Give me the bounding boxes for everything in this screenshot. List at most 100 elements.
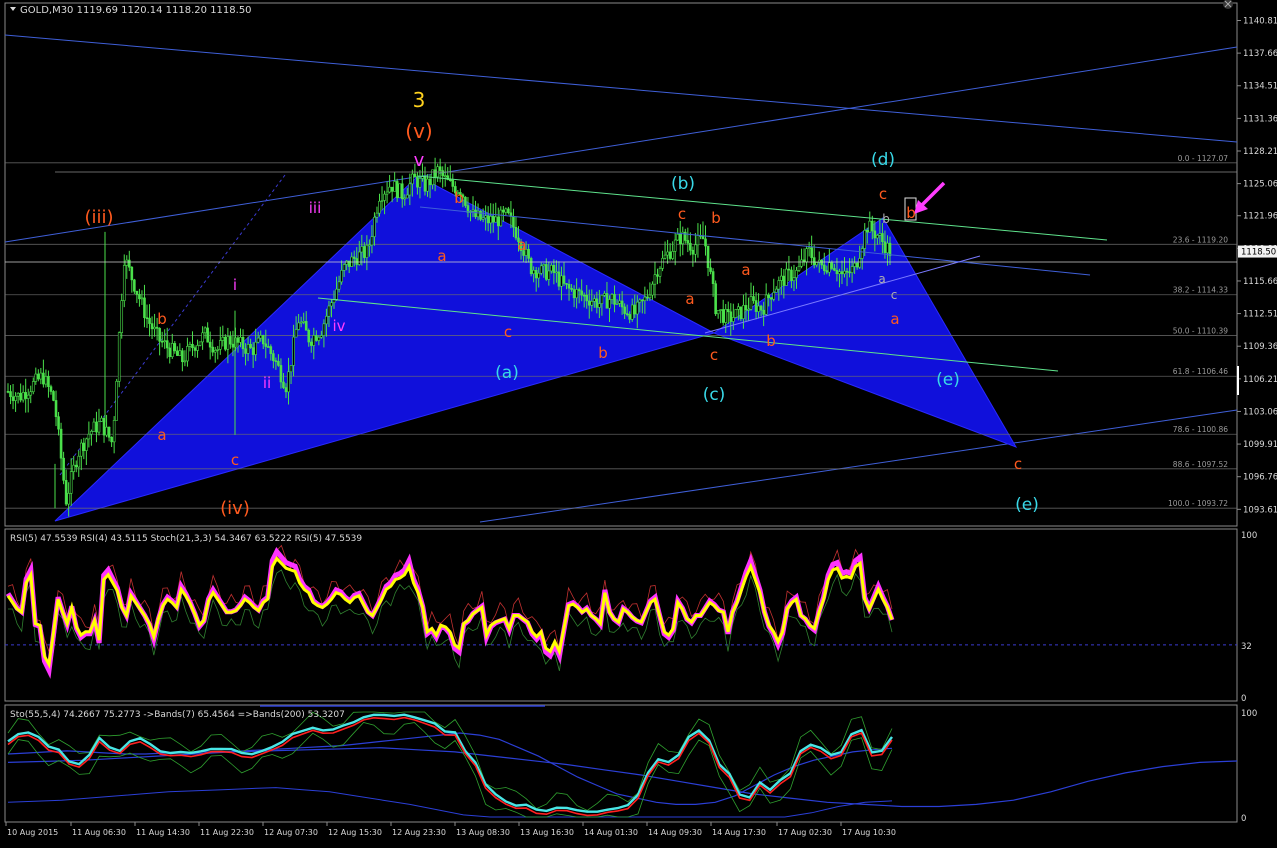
wave-label: c	[710, 346, 718, 364]
candle-body	[547, 270, 551, 280]
candle-body	[229, 336, 232, 345]
main-panel[interactable]: 0.0 - 1127.07 23.6 - 1119.20 38.2 - 1114.3…	[4, 0, 1238, 527]
candle-body	[663, 254, 667, 259]
candle-body	[148, 317, 151, 324]
candle-body	[59, 428, 63, 459]
candle-body	[181, 350, 184, 363]
time-tick-label: 11 Aug 22:30	[200, 828, 254, 837]
time-tick-label: 12 Aug 07:30	[264, 828, 318, 837]
candle-body	[651, 283, 654, 296]
candle-body	[464, 196, 467, 206]
candle-body	[254, 341, 257, 355]
candle-body	[236, 337, 240, 343]
wave-label: b	[766, 332, 776, 350]
candle-body	[21, 392, 25, 401]
candle-body	[633, 304, 637, 315]
candle-body	[218, 340, 222, 350]
candle-body	[555, 271, 558, 274]
stoch-tick-label: 0	[1241, 814, 1246, 824]
rsi-tick-label: 32	[1241, 642, 1252, 652]
candle-body	[120, 300, 124, 333]
candle-body	[246, 343, 250, 354]
candle-body	[309, 341, 313, 346]
price-tick-label: 1137.66	[1243, 49, 1277, 59]
candle-body	[507, 208, 510, 214]
candle-body	[868, 220, 872, 233]
time-tick-label: 14 Aug 17:30	[712, 828, 766, 837]
candle-body	[598, 303, 601, 308]
chart-window: 0.0 - 1127.07 23.6 - 1119.20 38.2 - 1114.3…	[0, 0, 1277, 844]
candle-body	[390, 186, 394, 192]
wave-label: b	[598, 344, 608, 362]
candle-body	[716, 310, 720, 315]
candle-body	[848, 271, 851, 274]
stoch-panel[interactable]: 100 0 Sto(55,5,4) 74.2667 75.2773 ->Bands…	[4, 704, 1257, 824]
candle-body	[140, 297, 144, 300]
candle-body	[888, 242, 892, 257]
candle-body	[211, 346, 215, 353]
candle-body	[261, 335, 265, 345]
candle-body	[370, 236, 374, 246]
candle-body	[251, 347, 255, 355]
candle-body	[299, 321, 303, 324]
candle-body	[772, 292, 776, 300]
candle-body	[666, 251, 669, 256]
candle-body	[188, 343, 192, 347]
candle-body	[264, 343, 268, 347]
time-axis[interactable]: 10 Aug 2015 11 Aug 06:30 11 Aug 14:30 11 Au…	[5, 822, 896, 837]
candle-body	[403, 197, 407, 200]
candle-body	[74, 464, 78, 468]
candle-body	[643, 296, 647, 301]
candle-body	[14, 395, 17, 401]
candle-body	[69, 471, 73, 494]
candle-body	[544, 264, 548, 280]
rsi-panel[interactable]: 100 32 0 RSI(5) 47.5539 RSI(4) 43.5115 Sto…	[4, 528, 1257, 704]
candle-body	[628, 314, 631, 320]
wave-label: c	[678, 205, 686, 223]
candle-body	[256, 337, 260, 343]
candle-body	[277, 360, 280, 366]
wave-label: a	[878, 272, 885, 286]
candle-body	[853, 262, 856, 267]
candle-body	[448, 179, 452, 181]
candle-body	[729, 311, 733, 322]
candle-body	[711, 271, 715, 284]
fib-level-label: 38.2 - 1114.33	[1173, 286, 1228, 295]
candle-body	[307, 329, 311, 343]
wave-label: (iv)	[220, 498, 250, 519]
chart-canvas[interactable]: 0.0 - 1127.07 23.6 - 1119.20 38.2 - 1114.3…	[0, 0, 1277, 844]
candle-body	[72, 464, 76, 472]
wave-label: i	[233, 276, 237, 294]
candle-body	[721, 309, 725, 323]
candle-body	[443, 175, 447, 177]
candle-body	[9, 391, 12, 398]
stoch-panel-title: Sto(55,5,4) 74.2667 75.2773 ->Bands(7) 6…	[10, 710, 345, 720]
price-tick-label: 1103.06	[1243, 407, 1277, 417]
candle-body	[759, 305, 763, 311]
candle-body	[550, 264, 553, 272]
candle-body	[769, 297, 773, 300]
price-tick-label: 1125.06	[1243, 180, 1277, 190]
candle-body	[47, 376, 50, 387]
candle-body	[186, 346, 189, 362]
candle-body	[767, 294, 770, 299]
candle-body	[411, 173, 414, 185]
candle-body	[749, 296, 753, 310]
candle-body	[216, 348, 220, 351]
price-tick-label: 1099.91	[1243, 440, 1277, 450]
candle-body	[658, 268, 662, 277]
candle-body	[479, 210, 482, 220]
candle-body	[365, 244, 369, 258]
candle-body	[787, 268, 791, 271]
candle-body	[777, 280, 781, 290]
candle-body	[812, 257, 816, 266]
candle-body	[400, 183, 404, 200]
candle-body	[822, 264, 826, 271]
candle-body	[605, 293, 609, 309]
candle-body	[833, 268, 836, 271]
candle-body	[378, 200, 381, 214]
price-axis[interactable]: 1140.81 1137.66 1134.51 1131.36 1128.21 1125.…	[1237, 17, 1277, 516]
candle-body	[302, 321, 305, 323]
candle-body	[198, 341, 202, 346]
candle-body	[860, 248, 864, 259]
